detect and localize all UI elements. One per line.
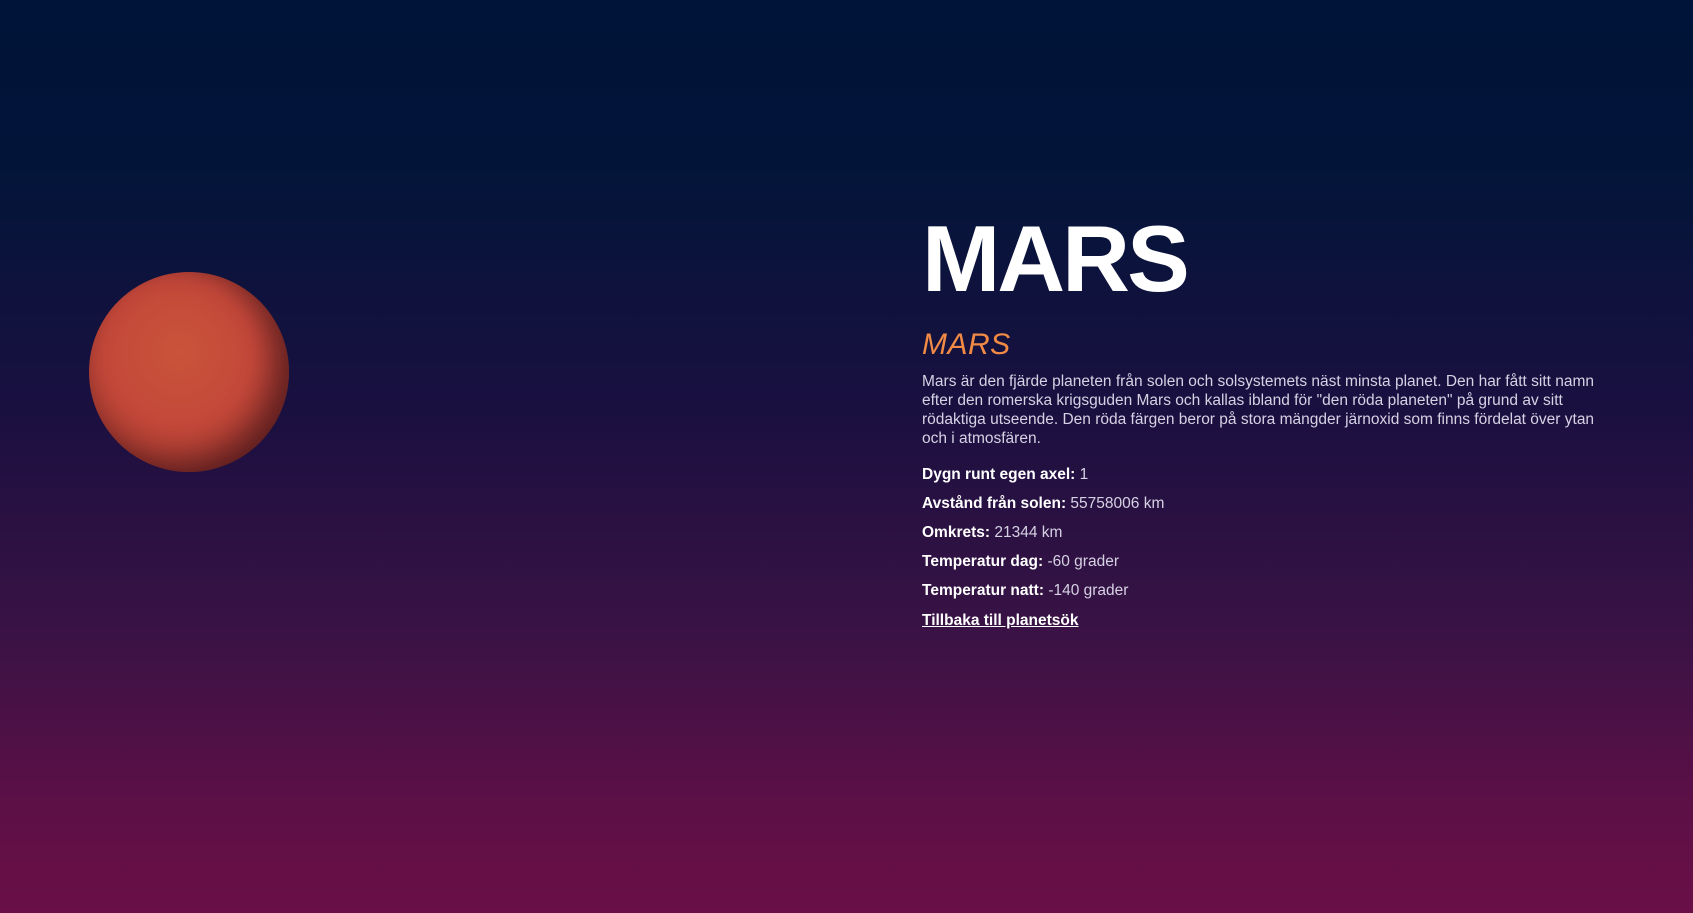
fact-rotation: Dygn runt egen axel: 1 [922, 465, 1622, 484]
fact-label: Avstånd från solen: [922, 495, 1067, 512]
back-to-search-link[interactable]: Tillbaka till planetsök [922, 612, 1078, 630]
fact-value: 1 [1075, 466, 1089, 483]
fact-label: Temperatur dag: [922, 553, 1044, 570]
planet-title: MARS [922, 206, 1190, 311]
planet-latin-name: MARS [922, 328, 1011, 361]
fact-value: -140 grader [1044, 582, 1129, 599]
fact-value: -60 grader [1043, 553, 1119, 570]
fact-value: 21344 km [990, 524, 1063, 541]
fact-value: 55758006 km [1066, 495, 1165, 512]
fact-temp-day: Temperatur dag: -60 grader [922, 552, 1622, 571]
fact-label: Temperatur natt: [922, 582, 1045, 599]
fact-distance: Avstånd från solen: 55758006 km [922, 494, 1622, 513]
fact-temp-night: Temperatur natt: -140 grader [922, 581, 1622, 600]
planet-info: MARS MARS Mars är den fjärde planeten fr… [922, 212, 1622, 630]
fact-label: Omkrets: [922, 524, 991, 541]
fact-label: Dygn runt egen axel: [922, 466, 1076, 483]
planet-description: Mars är den fjärde planeten från solen o… [922, 373, 1595, 447]
planet-image [89, 272, 289, 472]
fact-circumference: Omkrets: 21344 km [922, 523, 1622, 542]
planet-facts: Dygn runt egen axel: 1 Avstånd från sole… [922, 465, 1622, 600]
